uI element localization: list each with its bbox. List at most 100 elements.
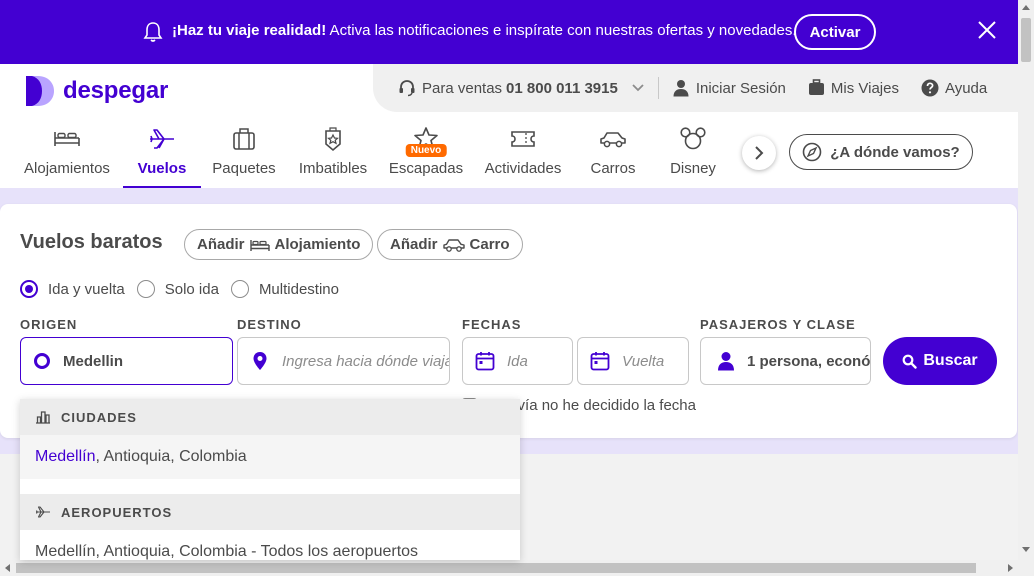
origin-suggestions: CIUDADES Medellín, Antioquia, Colombia A… (20, 399, 520, 560)
search-button-label: Buscar (923, 352, 978, 369)
destination-field[interactable] (282, 352, 449, 370)
bed-icon (249, 239, 270, 251)
car-icon (600, 132, 626, 148)
destination-input[interactable] (237, 337, 450, 385)
vertical-scrollbar[interactable] (1018, 0, 1034, 560)
origin-input[interactable]: Medellin (20, 337, 233, 385)
origin-label: ORIGEN (20, 317, 78, 332)
help-icon (921, 79, 939, 97)
nav-next-button[interactable] (742, 136, 776, 170)
login-label: Iniciar Sesión (695, 79, 786, 97)
tab-imbatibles[interactable]: Imbatibles (293, 122, 373, 186)
new-badge: Nuevo (405, 144, 447, 157)
tab-vuelos[interactable]: Vuelos (123, 122, 201, 188)
sales-phone-label: Para ventas (422, 79, 503, 97)
ticket-icon (511, 131, 535, 147)
dates-label: FECHAS (462, 317, 522, 332)
user-icon (673, 80, 689, 97)
search-icon (902, 354, 918, 369)
page-title: Vuelos baratos (20, 231, 163, 253)
location-pin-icon (253, 352, 267, 370)
tab-label: Carros (590, 160, 636, 177)
scrollbar-thumb[interactable] (1021, 18, 1031, 62)
chevron-down-icon[interactable] (632, 84, 644, 92)
divider (657, 77, 659, 99)
passengers-input[interactable]: 1 persona, económica (700, 337, 871, 385)
tab-paquetes[interactable]: Paquetes (209, 122, 279, 186)
sales-phone[interactable]: Para ventas 01 800 011 3915 (398, 79, 618, 97)
plane-icon (36, 506, 50, 518)
cities-header-label: CIUDADES (61, 409, 137, 425)
logo-mark-icon (26, 76, 54, 106)
trip-type-label: Solo ida (164, 280, 219, 298)
car-icon (442, 238, 465, 252)
plane-icon (150, 129, 174, 149)
radio-dot (230, 280, 249, 298)
tab-carros[interactable]: Carros (583, 122, 643, 186)
return-date-input[interactable]: Vuelta (577, 337, 689, 385)
calendar-icon (590, 352, 610, 371)
bed-icon (54, 132, 80, 146)
city-buildings-icon (36, 411, 50, 424)
scroll-down-arrow-icon[interactable] (1022, 547, 1030, 552)
horizontal-scrollbar[interactable] (0, 560, 1034, 576)
tab-disney[interactable]: Disney (664, 122, 722, 186)
trip-type-group: Ida y vuelta Solo ida Multidestino (20, 280, 351, 298)
scrollbar-thumb[interactable] (16, 563, 976, 573)
bell-icon (143, 22, 163, 42)
suggestion-airport[interactable]: Medellín, Antioquia, Colombia - Todos lo… (20, 530, 520, 560)
tab-actividades[interactable]: Actividades (480, 122, 566, 186)
tab-escapadas[interactable]: Nuevo Escapadas (386, 122, 466, 186)
banner-message: ¡Haz tu viaje realidad! Activa las notif… (172, 22, 797, 39)
add-car-button[interactable]: Añadir Carro (377, 229, 523, 260)
login-link[interactable]: Iniciar Sesión (672, 79, 786, 97)
my-trips-label: Mis Viajes (830, 79, 899, 97)
add-label: Añadir (390, 236, 438, 253)
help-link[interactable]: Ayuda (921, 79, 987, 97)
radio-dot (20, 280, 38, 298)
trip-type-one-way[interactable]: Solo ida (136, 280, 219, 298)
compass-icon (802, 142, 822, 162)
sales-phone-number: 01 800 011 3915 (506, 79, 618, 97)
tab-label: Alojamientos (24, 160, 110, 177)
search-button[interactable]: Buscar (883, 337, 997, 385)
passengers-value: 1 persona, económica (747, 352, 871, 370)
add-car-label: Carro (469, 236, 510, 253)
suggestion-city[interactable]: Medellín, Antioquia, Colombia (20, 435, 520, 479)
return-placeholder: Vuelta (622, 352, 665, 370)
close-icon[interactable] (977, 20, 997, 40)
scroll-up-arrow-icon[interactable] (1022, 5, 1030, 10)
tab-label: Actividades (484, 160, 562, 177)
where-to-button[interactable]: ¿A dónde vamos? (789, 134, 973, 170)
cities-header: CIUDADES (20, 399, 520, 435)
scroll-left-arrow-icon[interactable] (5, 564, 10, 572)
add-lodging-label: Alojamiento (274, 236, 361, 253)
badge-icon (325, 127, 341, 152)
depart-date-input[interactable]: Ida (462, 337, 573, 385)
tab-alojamientos[interactable]: Alojamientos (20, 122, 114, 186)
chevron-right-icon (755, 146, 764, 160)
tab-label: Vuelos (137, 160, 187, 177)
tab-label: Escapadas (388, 160, 464, 177)
top-bar: Para ventas 01 800 011 3915 Iniciar Sesi… (373, 64, 1018, 112)
trip-type-multi-city[interactable]: Multidestino (230, 280, 339, 298)
activate-notifications-button[interactable]: Activar (794, 14, 876, 50)
add-lodging-button[interactable]: Añadir Alojamiento (184, 229, 374, 260)
my-trips-link[interactable]: Mis Viajes (808, 79, 899, 97)
scroll-right-arrow-icon[interactable] (1008, 564, 1013, 572)
brand-name: despegar (63, 77, 169, 104)
suggestion-rest: , Antioquia, Colombia (95, 448, 247, 465)
destination-label: DESTINO (237, 317, 302, 332)
trip-type-round-trip[interactable]: Ida y vuelta (20, 280, 125, 298)
airports-header: AEROPUERTOS (20, 494, 520, 530)
radio-dot (136, 280, 155, 298)
trip-type-label: Multidestino (258, 280, 339, 298)
banner-text: Activa las notificaciones e inspírate co… (326, 22, 797, 39)
calendar-icon (475, 352, 495, 371)
user-icon (718, 352, 734, 371)
banner-bold-text: ¡Haz tu viaje realidad! (172, 22, 327, 39)
tab-label: Paquetes (212, 160, 276, 177)
logo[interactable]: despegar (24, 74, 168, 108)
depart-placeholder: Ida (507, 352, 528, 370)
